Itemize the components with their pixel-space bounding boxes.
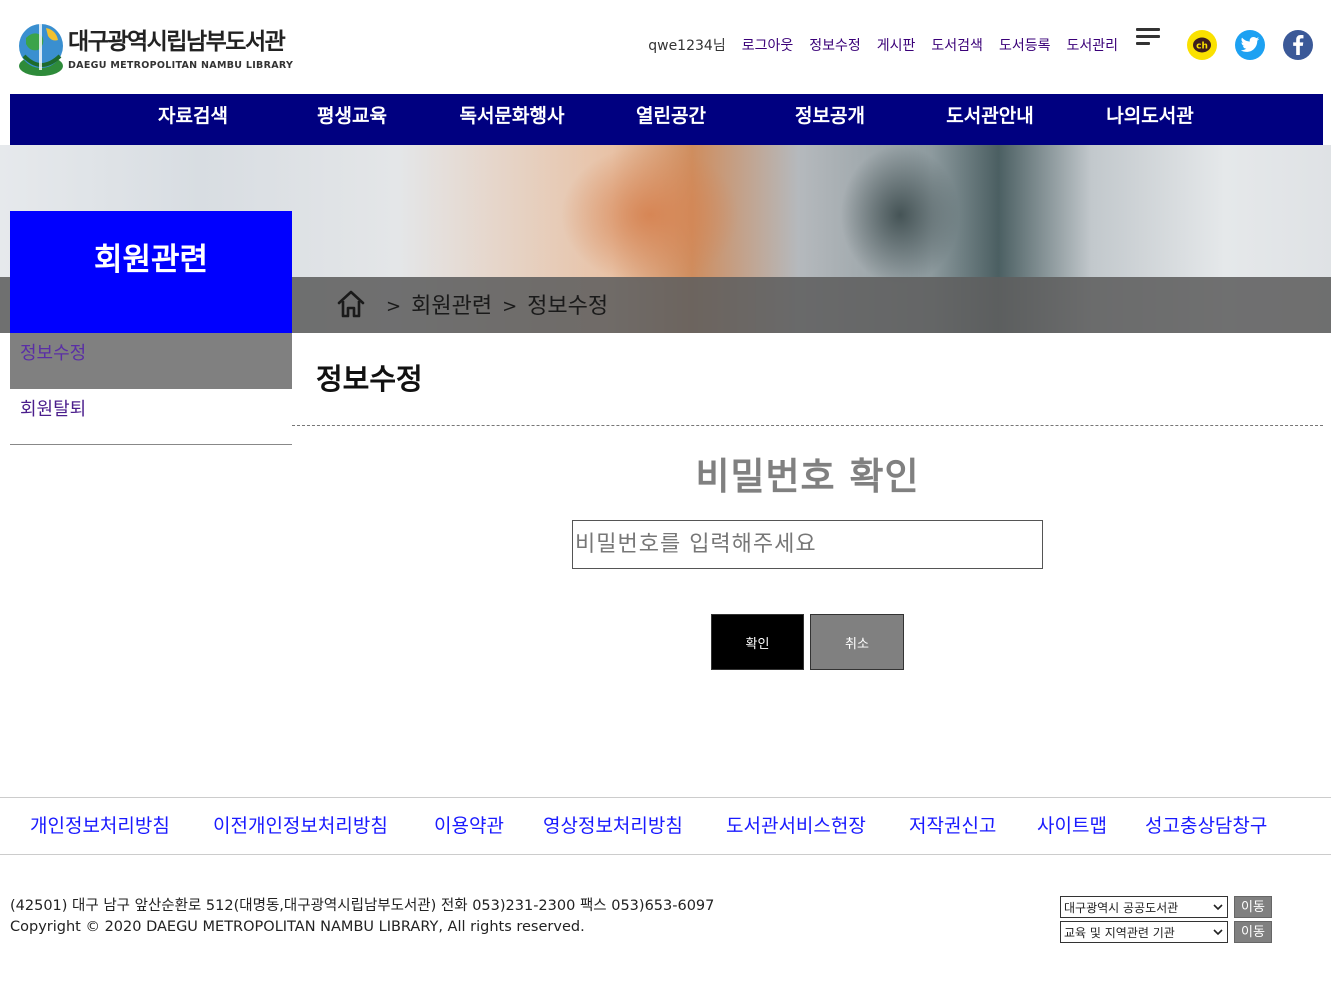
family-site-selected-1: 대구광역시 공공도서관 bbox=[1064, 900, 1179, 915]
breadcrumb-separator: > bbox=[502, 295, 518, 317]
footer-address: (42501) 대구 남구 앞산순환로 512(대명동,대구광역시립남부도서관)… bbox=[10, 898, 715, 914]
twitter-bird-icon bbox=[1240, 37, 1260, 52]
side-item-withdraw[interactable]: 회원탈퇴 bbox=[10, 389, 292, 445]
footer-copyright: Copyright © 2020 DAEGU METROPOLITAN NAMB… bbox=[10, 919, 585, 935]
page-title: 정보수정 bbox=[316, 362, 423, 396]
family-site-select-education-institutions[interactable]: 교육 및 지역관련 기관 bbox=[1060, 921, 1228, 943]
side-item-edit-info[interactable]: 정보수정 bbox=[10, 333, 292, 389]
kakao-channel-glyph-icon: ch bbox=[1193, 37, 1211, 53]
home-icon[interactable] bbox=[336, 289, 366, 319]
book-manage-link[interactable]: 도서관리 bbox=[1066, 35, 1118, 55]
breadcrumb-item-current: 정보수정 bbox=[527, 294, 609, 319]
confirm-button[interactable]: 확인 bbox=[711, 614, 804, 670]
top-utility-bar: qwe1234님 로그아웃 정보수정 게시판 도서검색 도서등록 도서관리 ch bbox=[648, 28, 1331, 62]
library-logo[interactable]: 대구광역시립남부도서관 DAEGU METROPOLITAN NAMBU LIB… bbox=[16, 14, 293, 82]
footer-link-grievance-center[interactable]: 성고충상담창구 bbox=[1145, 811, 1267, 838]
footer-link-copyright-report[interactable]: 저작권신고 bbox=[909, 811, 996, 838]
family-site-row-1: 대구광역시 공공도서관 이동 bbox=[1060, 896, 1272, 918]
cancel-button[interactable]: 취소 bbox=[810, 614, 904, 670]
global-navigation: 자료검색 평생교육 독서문화행사 열린공간 정보공개 도서관안내 나의도서관 bbox=[10, 94, 1323, 145]
password-check-heading: 비밀번호 확인 bbox=[695, 455, 920, 498]
footer-link-sitemap[interactable]: 사이트맵 bbox=[1037, 811, 1107, 838]
gnb-item-reading-events[interactable]: 독서문화행사 bbox=[452, 94, 572, 145]
gnb-item-information-disclosure[interactable]: 정보공개 bbox=[790, 94, 870, 145]
facebook-f-icon bbox=[1293, 35, 1304, 55]
footer-link-cctv-policy[interactable]: 영상정보처리방침 bbox=[543, 811, 683, 838]
side-menu: 정보수정 회원탈퇴 bbox=[10, 333, 292, 445]
chevron-down-icon bbox=[1213, 929, 1223, 936]
board-link[interactable]: 게시판 bbox=[877, 35, 916, 55]
logo-subtitle: DAEGU METROPOLITAN NAMBU LIBRARY bbox=[68, 60, 294, 71]
logged-in-user: qwe1234님 bbox=[648, 38, 726, 54]
footer-address-block: (42501) 대구 남구 앞산순환로 512(대명동,대구광역시립남부도서관)… bbox=[10, 896, 714, 938]
footer-link-service-charter[interactable]: 도서관서비스헌장 bbox=[726, 811, 866, 838]
book-register-link[interactable]: 도서등록 bbox=[999, 35, 1051, 55]
gnb-item-material-search[interactable]: 자료검색 bbox=[153, 94, 233, 145]
logout-link[interactable]: 로그아웃 bbox=[742, 35, 794, 55]
family-site-select-public-libraries[interactable]: 대구광역시 공공도서관 bbox=[1060, 896, 1228, 918]
kakao-glyph: ch bbox=[1196, 42, 1208, 52]
breadcrumb-separator: > bbox=[386, 295, 402, 317]
menu-icon[interactable] bbox=[1136, 28, 1164, 50]
chevron-down-icon bbox=[1213, 904, 1223, 911]
gnb-item-my-library[interactable]: 나의도서관 bbox=[1100, 94, 1200, 145]
logo-title: 대구광역시립남부도서관 bbox=[68, 29, 286, 55]
family-site-go-button-2[interactable]: 이동 bbox=[1234, 921, 1272, 943]
breadcrumb: > 회원관련 > 정보수정 bbox=[336, 284, 608, 324]
family-site-selected-2: 교육 및 지역관련 기관 bbox=[1064, 925, 1175, 940]
book-search-link[interactable]: 도서검색 bbox=[931, 35, 983, 55]
footer-link-privacy-policy[interactable]: 개인정보처리방침 bbox=[30, 811, 170, 838]
family-site-row-2: 교육 및 지역관련 기관 이동 bbox=[1060, 921, 1272, 943]
title-divider bbox=[292, 425, 1323, 426]
gnb-item-open-space[interactable]: 열린공간 bbox=[631, 94, 711, 145]
side-menu-title: 회원관련 bbox=[10, 211, 292, 333]
gnb-item-library-guide[interactable]: 도서관안내 bbox=[940, 94, 1040, 145]
footer-link-previous-privacy-policy[interactable]: 이전개인정보처리방침 bbox=[213, 811, 388, 838]
password-input[interactable] bbox=[572, 520, 1043, 569]
twitter-icon[interactable] bbox=[1235, 30, 1265, 60]
gnb-item-lifelong-education[interactable]: 평생교육 bbox=[312, 94, 392, 145]
globe-logo-icon bbox=[19, 22, 63, 76]
kakao-channel-icon[interactable]: ch bbox=[1187, 30, 1217, 60]
family-site-go-button-1[interactable]: 이동 bbox=[1234, 896, 1272, 918]
footer-links: 개인정보처리방침 이전개인정보처리방침 이용약관 영상정보처리방침 도서관서비스… bbox=[0, 797, 1331, 855]
footer-link-terms[interactable]: 이용약관 bbox=[434, 811, 504, 838]
edit-info-link[interactable]: 정보수정 bbox=[809, 35, 861, 55]
facebook-icon[interactable] bbox=[1283, 30, 1313, 60]
breadcrumb-item-member[interactable]: 회원관련 bbox=[411, 288, 492, 320]
